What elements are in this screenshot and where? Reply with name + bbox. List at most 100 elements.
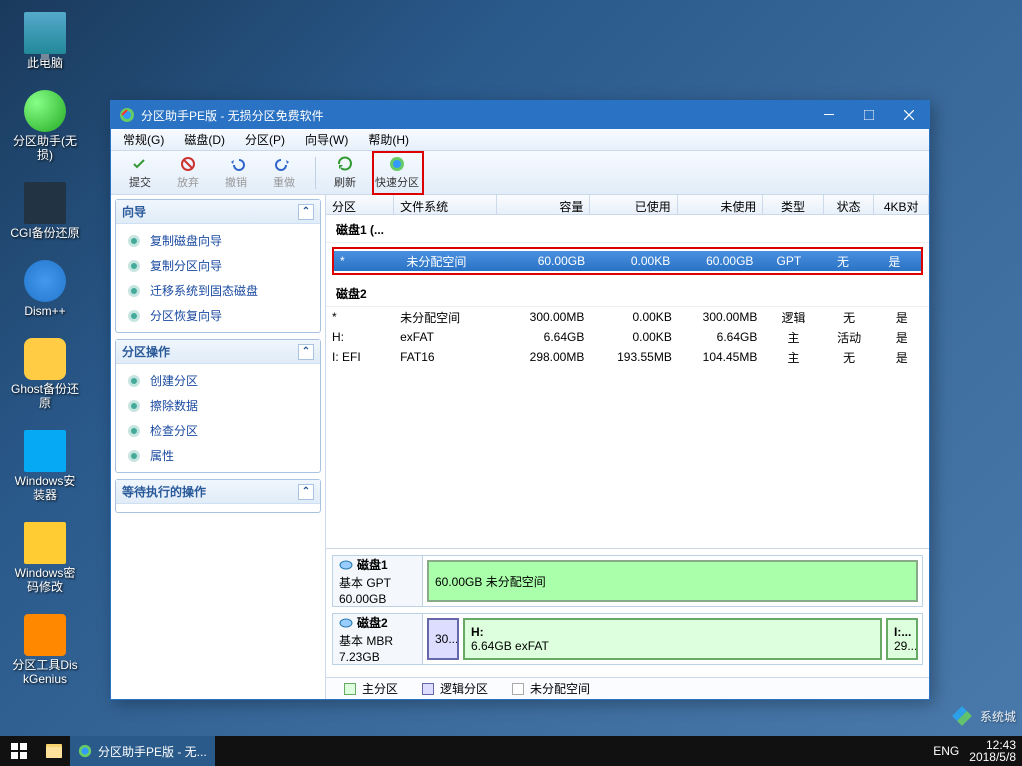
menu-item[interactable]: 分区(P) [237, 129, 293, 150]
disk-map-partition[interactable]: I:...29... [886, 618, 918, 660]
menu-item[interactable]: 常规(G) [115, 129, 172, 150]
collapse-icon[interactable]: ⌃ [298, 344, 314, 360]
column-header[interactable]: 容量 [497, 195, 590, 214]
taskbar-app-partition-assistant[interactable]: 分区助手PE版 - 无... [70, 736, 215, 766]
desktop-app-icon [24, 338, 66, 380]
action-icon [126, 308, 142, 324]
refresh-icon [336, 155, 354, 173]
action-icon [126, 398, 142, 414]
desktop-app-icon [24, 260, 66, 302]
column-header[interactable]: 已使用 [590, 195, 677, 214]
desktop-icon[interactable]: CGI备份还原 [8, 178, 82, 244]
sidebar-action[interactable]: 属性 [116, 443, 320, 468]
action-icon [126, 448, 142, 464]
column-header[interactable]: 分区 [326, 195, 394, 214]
disk-map: 磁盘1基本 GPT60.00GB60.00GB 未分配空间 [332, 555, 923, 607]
partition-list-header: 分区文件系统容量已使用未使用类型状态4KB对齐 [326, 195, 929, 215]
desktop-icon[interactable]: Dism++ [8, 256, 82, 322]
sidebar-action[interactable]: 检查分区 [116, 418, 320, 443]
disk-group-label[interactable]: 磁盘1 (... [326, 215, 929, 243]
desktop-app-icon [24, 12, 66, 54]
menu-item[interactable]: 向导(W) [297, 129, 356, 150]
column-header[interactable]: 未使用 [678, 195, 764, 214]
desktop-icon[interactable]: 分区工具DiskGenius [8, 610, 82, 690]
commit-icon [131, 155, 149, 173]
action-icon [126, 233, 142, 249]
ime-indicator[interactable]: ENG [933, 744, 959, 758]
maximize-button[interactable] [849, 101, 889, 129]
column-header[interactable]: 类型 [763, 195, 823, 214]
taskbar-clock[interactable]: 12:43 2018/5/8 [969, 739, 1016, 763]
start-button[interactable] [0, 736, 38, 766]
desktop-icon[interactable]: Windows安装器 [8, 426, 82, 506]
action-icon [126, 423, 142, 439]
toolbar-commit-button[interactable]: 提交 [117, 153, 163, 193]
legend-item: 未分配空间 [512, 680, 590, 697]
main-content: 分区文件系统容量已使用未使用类型状态4KB对齐 磁盘1 (... *未分配空间60… [325, 195, 929, 699]
partition-assistant-window: 分区助手PE版 - 无损分区免费软件 常规(G)磁盘(D)分区(P)向导(W)帮… [110, 100, 930, 700]
desktop-app-icon [24, 522, 66, 564]
desktop-app-icon [24, 90, 66, 132]
titlebar[interactable]: 分区助手PE版 - 无损分区免费软件 [111, 101, 929, 129]
app-icon [119, 107, 135, 123]
toolbar-discard-button[interactable]: 放弃 [165, 153, 211, 193]
legend-swatch-icon [422, 683, 434, 695]
partition-row[interactable]: I: EFIFAT16298.00MB193.55MB104.45MB主无是 [326, 347, 929, 367]
desktop-icon[interactable]: 分区助手(无损) [8, 86, 82, 166]
desktop: 此电脑分区助手(无损) CGI备份还原 Dism++ Ghost备份还原 Windows… [0, 0, 1022, 766]
disk-map-area: 磁盘1基本 GPT60.00GB60.00GB 未分配空间磁盘2基本 MBR7.… [326, 548, 929, 677]
legend-swatch-icon [344, 683, 356, 695]
panel-header[interactable]: 分区操作⌃ [116, 340, 320, 364]
column-header[interactable]: 文件系统 [394, 195, 497, 214]
desktop-app-icon [24, 182, 66, 224]
disk-map-info[interactable]: 磁盘1基本 GPT60.00GB [333, 556, 423, 606]
desktop-icon[interactable]: 此电脑 [8, 8, 82, 74]
desktop-icon[interactable]: Windows密码修改 [8, 518, 82, 598]
watermark: 系统城 [948, 702, 1016, 730]
menu-item[interactable]: 帮助(H) [360, 129, 417, 150]
taskbar-file-explorer[interactable] [38, 736, 70, 766]
toolbar-quick-button[interactable]: 快速分区 [374, 153, 420, 193]
partition-row[interactable]: *未分配空间60.00GB0.00KB60.00GBGPT无是 [334, 251, 921, 271]
menu-item[interactable]: 磁盘(D) [176, 129, 233, 150]
sidebar-action[interactable]: 擦除数据 [116, 393, 320, 418]
sidebar-action[interactable]: 创建分区 [116, 368, 320, 393]
disk-map-info[interactable]: 磁盘2基本 MBR7.23GB [333, 614, 423, 664]
column-header[interactable]: 状态 [824, 195, 875, 214]
legend-swatch-icon [512, 683, 524, 695]
disk-map-partition[interactable]: H:6.64GB exFAT [463, 618, 882, 660]
toolbar-undo-button[interactable]: 撤销 [213, 153, 259, 193]
toolbar-redo-button[interactable]: 重做 [261, 153, 307, 193]
discard-icon [179, 155, 197, 173]
sidebar-panel: 分区操作⌃ 创建分区擦除数据检查分区属性 [115, 339, 321, 473]
disk-group-label[interactable]: 磁盘2 [326, 279, 929, 307]
window-title: 分区助手PE版 - 无损分区免费软件 [141, 107, 809, 124]
desktop-app-icon [24, 430, 66, 472]
close-button[interactable] [889, 101, 929, 129]
sidebar-panel: 等待执行的操作⌃ [115, 479, 321, 513]
desktop-app-icon [24, 614, 66, 656]
disk-map-partition[interactable]: 60.00GB 未分配空间 [427, 560, 918, 602]
partition-row[interactable]: *未分配空间300.00MB0.00KB300.00MB逻辑无是 [326, 307, 929, 327]
legend-item: 逻辑分区 [422, 680, 488, 697]
action-icon [126, 373, 142, 389]
action-icon [126, 258, 142, 274]
disk-map-partition[interactable]: 30... [427, 618, 459, 660]
partition-list: 磁盘1 (... *未分配空间60.00GB0.00KB60.00GBGPT无是磁… [326, 215, 929, 548]
toolbar-refresh-button[interactable]: 刷新 [322, 153, 368, 193]
partition-row[interactable]: H:exFAT6.64GB0.00KB6.64GB主活动是 [326, 327, 929, 347]
sidebar-action[interactable]: 迁移系统到固态磁盘 [116, 278, 320, 303]
sidebar-action[interactable]: 复制磁盘向导 [116, 228, 320, 253]
panel-header[interactable]: 向导⌃ [116, 200, 320, 224]
minimize-button[interactable] [809, 101, 849, 129]
sidebar-action[interactable]: 复制分区向导 [116, 253, 320, 278]
sidebar-action[interactable]: 分区恢复向导 [116, 303, 320, 328]
collapse-icon[interactable]: ⌃ [298, 484, 314, 500]
panel-header[interactable]: 等待执行的操作⌃ [116, 480, 320, 504]
desktop-icon[interactable]: Ghost备份还原 [8, 334, 82, 414]
collapse-icon[interactable]: ⌃ [298, 204, 314, 220]
column-header[interactable]: 4KB对齐 [874, 195, 929, 214]
toolbar: 提交放弃撤销重做刷新快速分区 [111, 151, 929, 195]
taskbar[interactable]: 分区助手PE版 - 无... ENG 12:43 2018/5/8 [0, 736, 1022, 766]
legend-item: 主分区 [344, 680, 398, 697]
